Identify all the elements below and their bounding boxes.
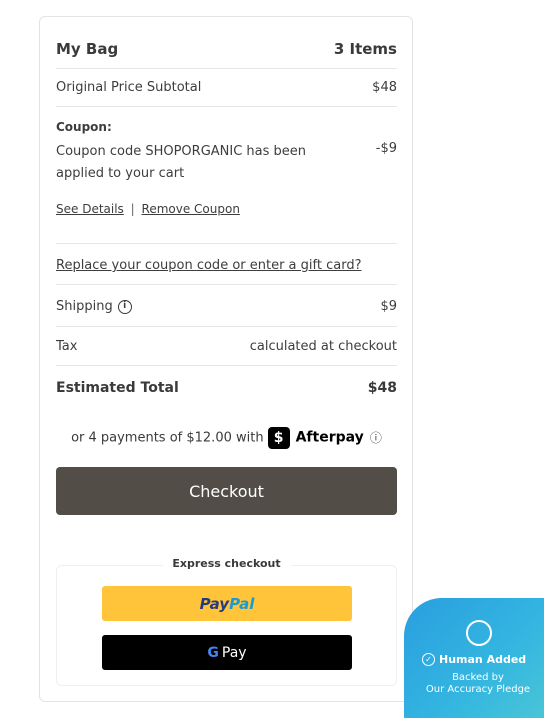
action-separator: |	[130, 202, 135, 216]
checkout-button[interactable]: Checkout	[56, 467, 397, 515]
afterpay-text: or 4 payments of $12.00 with	[71, 430, 264, 446]
coupon-description: Coupon code SHOPORGANIC has been applied…	[56, 141, 306, 185]
bag-header: My Bag 3 Items	[56, 40, 397, 58]
total-row: Estimated Total $48	[56, 380, 397, 396]
divider	[56, 68, 397, 69]
shipping-value: $9	[380, 299, 397, 314]
divider	[56, 284, 397, 285]
google-pay-button[interactable]: G Pay	[102, 635, 352, 670]
divider	[56, 106, 397, 107]
divider	[56, 326, 397, 327]
afterpay-info-icon[interactable]: ⓘ	[370, 431, 382, 445]
total-label: Estimated Total	[56, 380, 179, 396]
afterpay-brand: Afterpay	[295, 429, 364, 446]
coupon-heading: Coupon:	[56, 120, 112, 134]
afterpay-logo-icon: $	[267, 427, 290, 449]
order-summary-card: My Bag 3 Items Original Price Subtotal $…	[39, 16, 413, 702]
badge-line2: Our Accuracy Pledge	[425, 684, 531, 695]
google-pay-label: Pay	[221, 644, 247, 661]
paypal-button[interactable]: Pay Pal	[102, 586, 352, 621]
replace-coupon-link[interactable]: Replace your coupon code or enter a gift…	[56, 258, 361, 273]
badge-line1: Backed by	[452, 672, 504, 683]
badge-home-icon	[466, 620, 492, 646]
coupon-value: -$9	[375, 141, 397, 156]
subtotal-value: $48	[372, 80, 397, 95]
paypal-logo-pal: Pal	[229, 594, 255, 613]
shipping-label-wrap: Shipping i	[56, 299, 132, 314]
express-checkout-label: Express checkout	[162, 557, 291, 570]
divider	[56, 243, 397, 244]
tax-value: calculated at checkout	[249, 339, 397, 354]
badge-subtitle: Backed by Our Accuracy Pledge	[404, 672, 544, 696]
bag-title: My Bag	[56, 40, 119, 58]
tax-label: Tax	[56, 339, 78, 354]
remove-coupon-link[interactable]: Remove Coupon	[142, 202, 240, 216]
badge-check-icon: ✓	[422, 653, 435, 666]
bag-item-count: 3 Items	[333, 40, 397, 58]
shipping-row: Shipping i $9	[56, 299, 397, 314]
badge-title-text: Human Added	[439, 653, 527, 666]
badge-title: ✓ Human Added	[422, 653, 526, 666]
subtotal-row: Original Price Subtotal $48	[56, 80, 397, 95]
shipping-label: Shipping	[56, 299, 113, 314]
divider	[56, 365, 397, 366]
coupon-text-line1: Coupon code SHOPORGANIC has been	[56, 144, 307, 159]
express-checkout-box: Express checkout Pay Pal G Pay	[56, 557, 397, 686]
total-value: $48	[367, 380, 397, 396]
coupon-actions: See Details | Remove Coupon	[56, 202, 240, 216]
tax-row: Tax calculated at checkout	[56, 339, 397, 354]
google-g-icon: G	[207, 644, 219, 661]
info-icon[interactable]: i	[117, 299, 132, 314]
see-details-link[interactable]: See Details	[56, 202, 124, 216]
paypal-logo-pay: Pay	[199, 594, 230, 613]
afterpay-message: or 4 payments of $12.00 with $ Afterpay ⓘ	[56, 427, 397, 449]
coupon-text-line2: applied to your cart	[56, 166, 185, 181]
subtotal-label: Original Price Subtotal	[56, 80, 202, 95]
accuracy-pledge-badge[interactable]: ✓ Human Added Backed by Our Accuracy Ple…	[404, 598, 544, 718]
